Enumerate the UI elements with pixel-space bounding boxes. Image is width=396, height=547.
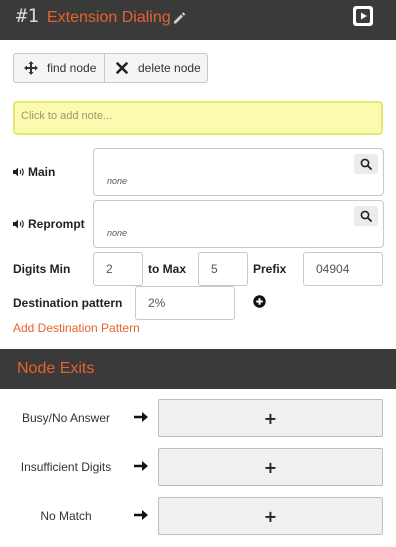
delete-node-button[interactable]: delete node [105,54,207,82]
add-exit-icon: + [263,506,278,526]
digits-max-label: to Max [148,262,187,276]
arrow-right-icon [134,510,148,520]
reprompt-text: Reprompt [28,217,85,231]
digits-min-input[interactable]: 2 [93,252,143,286]
add-destination-link[interactable]: Add Destination Pattern [13,321,140,335]
node-exits-title: Node Exits [17,360,95,377]
speaker-icon [13,167,24,177]
exit-target-no-match[interactable]: + [158,497,383,535]
search-icon [360,158,372,170]
add-exit-icon: + [263,408,278,428]
main-prompt-value: none [107,176,128,186]
exit-label-no-match: No Match [40,509,92,523]
node-toolbar: find node delete node [13,53,208,83]
node-exits-header: Node Exits [0,349,396,389]
exit-target-busy[interactable]: + [158,399,383,437]
prefix-label: Prefix [253,262,287,276]
find-node-label: find node [47,61,97,75]
node-header: #1 Extension Dialing [0,0,396,40]
arrow-right-icon [134,461,148,471]
digits-max-input[interactable]: 5 [198,252,248,286]
play-icon[interactable] [352,5,374,27]
exit-label-insufficient: Insufficient Digits [20,460,112,474]
find-node-button[interactable]: find node [14,54,105,82]
node-number: #1 [16,5,39,27]
main-prompt-box[interactable]: none [93,148,384,196]
delete-node-label: delete node [138,61,201,75]
node-title[interactable]: Extension Dialing [47,9,171,27]
main-prompt-text: Main [28,165,56,179]
main-search-button[interactable] [354,154,378,174]
speaker-icon [13,219,24,229]
note-field[interactable]: Click to add note... [13,101,383,135]
main-prompt-label: Main [13,165,55,179]
search-icon [360,210,372,222]
plus-circle-icon[interactable] [253,295,266,308]
reprompt-value: none [107,228,128,238]
prefix-input[interactable]: 04904 [303,252,383,286]
arrow-right-icon [134,412,148,422]
add-exit-icon: + [263,457,278,477]
destination-pattern-input[interactable]: 2% [135,286,235,320]
move-icon [24,61,38,75]
reprompt-box[interactable]: none [93,200,384,248]
digits-min-label: Digits Min [13,262,71,276]
close-icon [116,62,128,74]
exit-target-insufficient[interactable]: + [158,448,383,486]
destination-pattern-label: Destination pattern [13,296,123,310]
pencil-icon[interactable] [172,11,186,25]
reprompt-label: Reprompt [13,217,85,231]
reprompt-search-button[interactable] [354,206,378,226]
exit-label-busy: Busy/No Answer [21,411,111,425]
